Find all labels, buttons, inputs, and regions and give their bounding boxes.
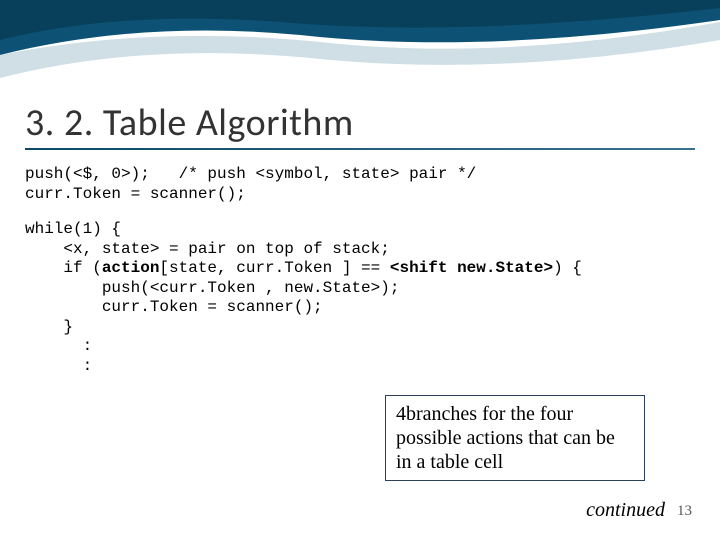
page-number: 13 [677, 503, 692, 520]
callout-box: 4branches for the four possible actions … [385, 395, 645, 481]
code-line: : [25, 357, 92, 375]
code-line: <x, state> = pair on top of stack; [25, 240, 390, 258]
code-line: curr.Token = scanner(); [25, 298, 323, 316]
code-line: push(<curr.Token , new.State>); [25, 279, 399, 297]
title-underline [25, 148, 695, 150]
code-line: while(1) { [25, 220, 121, 238]
code-line: } [25, 318, 73, 336]
continued-label: continued [586, 499, 665, 522]
code-block-main: while(1) { <x, state> = pair on top of s… [25, 220, 582, 376]
code-line: push(<$, 0>); /* push <symbol, state> pa… [25, 165, 476, 183]
code-block-top: push(<$, 0>); /* push <symbol, state> pa… [25, 165, 476, 204]
slide-title: 3. 2. Table Algorithm [25, 100, 354, 146]
code-line: if (action[state, curr.Token ] == <shift… [25, 259, 582, 277]
header-swoosh [0, 0, 720, 100]
code-line: : [25, 337, 92, 355]
code-line: curr.Token = scanner(); [25, 185, 246, 203]
